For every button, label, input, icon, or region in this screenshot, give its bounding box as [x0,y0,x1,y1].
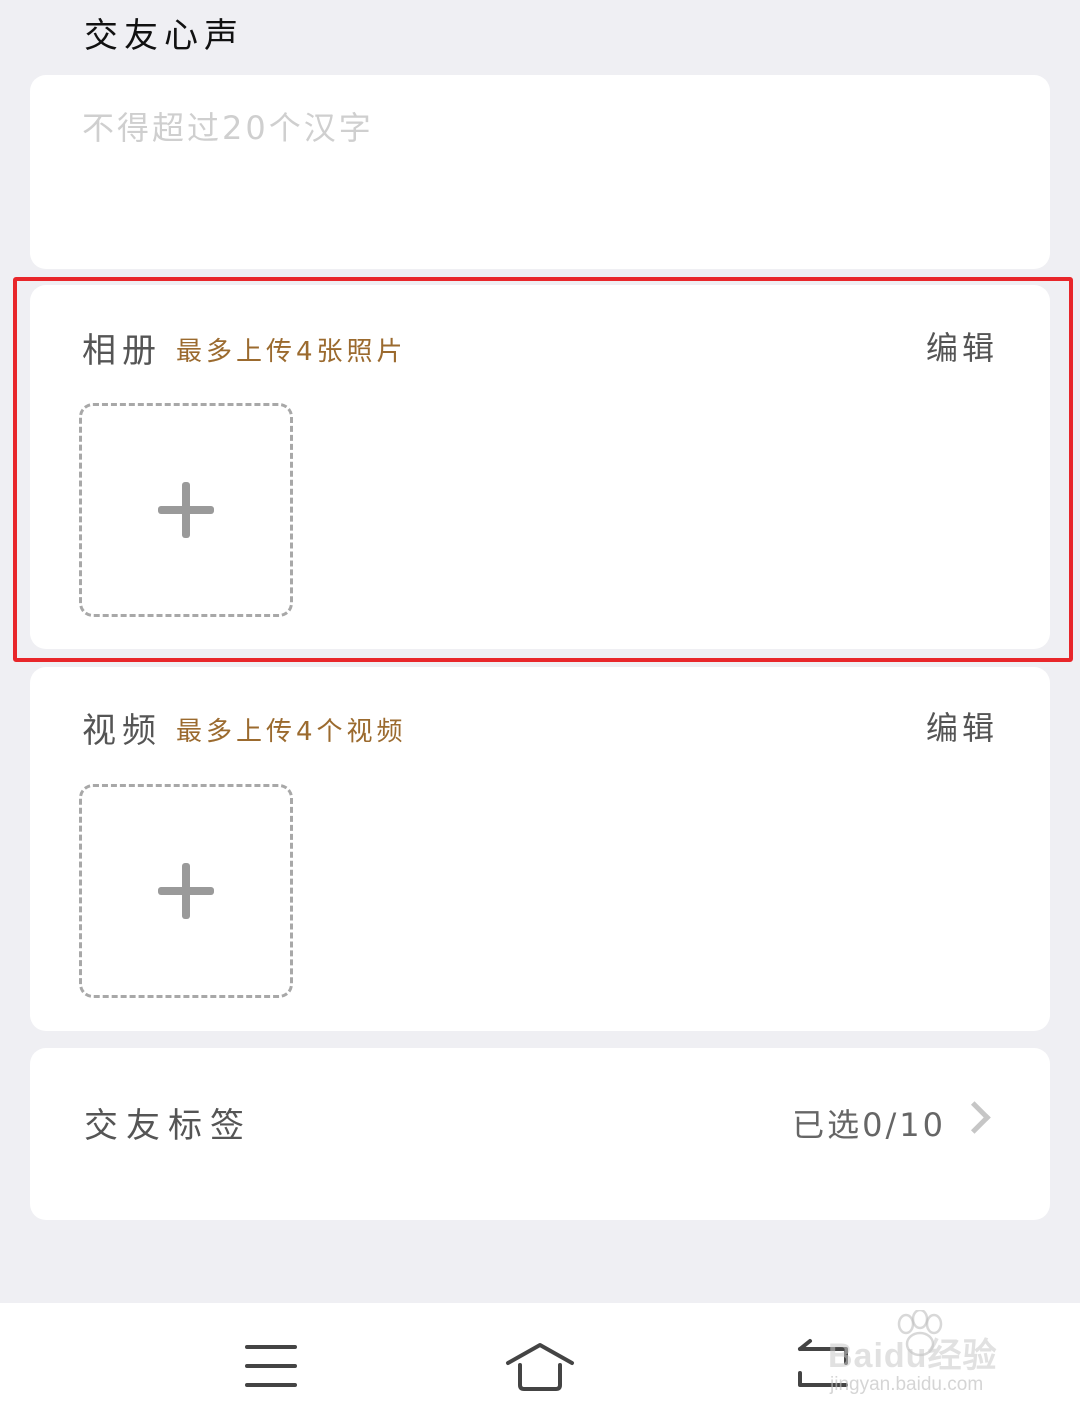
album-title: 相册 [82,331,162,371]
album-card: 相册 最多上传4张照片 编辑 [30,285,1050,649]
bottom-navbar [0,1303,1080,1425]
chevron-right-icon [958,1101,991,1134]
back-button[interactable] [782,1333,862,1397]
tags-card: 交友标签 已选0/10 [30,1048,1050,1220]
video-hint: 最多上传4个视频 [176,717,407,747]
menu-icon [245,1345,297,1387]
tags-status: 已选0/10 [792,1106,946,1144]
intro-input[interactable] [82,109,982,147]
home-button[interactable] [500,1333,580,1397]
video-card: 视频 最多上传4个视频 编辑 [30,667,1050,1031]
tags-row[interactable]: 交友标签 已选0/10 [30,1048,1050,1220]
section-title-intro: 交友心声 [84,16,244,56]
plus-icon [158,863,214,919]
add-video-button[interactable] [79,784,293,998]
album-edit-button[interactable]: 编辑 [926,323,998,369]
video-edit-button[interactable]: 编辑 [926,703,998,749]
plus-icon [158,482,214,538]
home-icon [506,1343,574,1391]
tags-label: 交友标签 [84,1106,252,1146]
back-icon [798,1339,848,1387]
add-photo-button[interactable] [79,403,293,617]
album-hint: 最多上传4张照片 [176,337,407,367]
menu-button[interactable] [231,1333,311,1397]
video-title: 视频 [82,711,162,751]
intro-card [30,75,1050,269]
